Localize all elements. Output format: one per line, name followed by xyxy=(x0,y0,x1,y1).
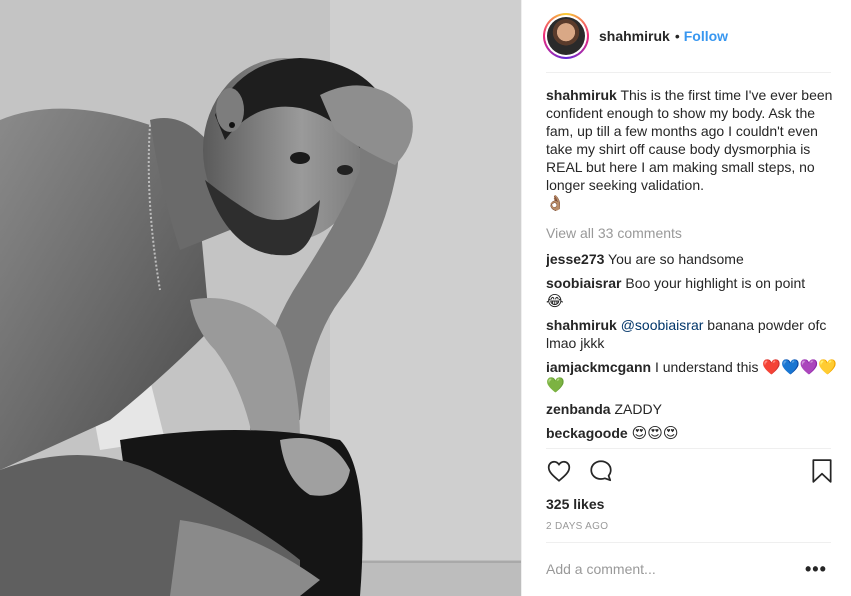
comment-username[interactable]: beckagoode xyxy=(546,425,628,441)
comment-username[interactable]: shahmiruk xyxy=(546,317,617,333)
likes-count[interactable]: 325 likes xyxy=(546,496,604,512)
comment-item: beckagoode 😍😍😍 xyxy=(546,424,838,442)
comment-text: Boo your highlight is on point xyxy=(625,275,806,291)
speech-bubble-icon[interactable] xyxy=(588,458,614,484)
follow-button[interactable]: Follow xyxy=(684,28,728,44)
comment-username[interactable]: soobiaisrar xyxy=(546,275,621,291)
post-details-panel: shahmiruk • Follow shahmiruk This is the… xyxy=(521,0,851,596)
comment-item: jesse273 You are so handsome xyxy=(546,250,838,268)
header-divider xyxy=(546,72,831,73)
comment-item: soobiaisrar Boo your highlight is on poi… xyxy=(546,274,838,310)
comment-item: zenbanda ZADDY xyxy=(546,400,838,418)
avatar[interactable] xyxy=(547,17,585,55)
story-ring[interactable] xyxy=(543,13,589,59)
header-separator-dot: • xyxy=(674,28,680,44)
bookmark-icon[interactable] xyxy=(810,458,834,484)
post-timestamp[interactable]: 2 DAYS AGO xyxy=(546,521,608,532)
heart-outline-icon[interactable] xyxy=(546,458,572,484)
comment-text: I understand this xyxy=(654,359,759,375)
comment-username[interactable]: iamjackmcgann xyxy=(546,359,651,375)
header-username[interactable]: shahmiruk xyxy=(599,28,670,44)
caption-emoji: 👌🏽 xyxy=(546,194,565,212)
more-options-icon[interactable]: ••• xyxy=(805,559,827,580)
add-comment-divider xyxy=(546,542,831,543)
caption-username[interactable]: shahmiruk xyxy=(546,87,617,103)
comment-emoji: 😂 xyxy=(546,292,564,310)
comments-list[interactable]: shahmiruk This is the first time I've ev… xyxy=(546,86,838,448)
comment-text: ZADDY xyxy=(614,401,662,417)
add-comment-input[interactable] xyxy=(546,559,796,579)
comment-item: shahmiruk @soobiaisrar banana powder ofc… xyxy=(546,316,838,352)
action-bar xyxy=(546,458,834,490)
post-photo[interactable] xyxy=(0,0,521,596)
post-caption: shahmiruk This is the first time I've ev… xyxy=(546,86,838,212)
comment-username[interactable]: jesse273 xyxy=(546,251,604,267)
comment-item: iamjackmcgann I understand this ❤️💙💜💛💚 xyxy=(546,358,838,394)
comment-text: You are so handsome xyxy=(608,251,744,267)
comment-mention-link[interactable]: @soobiaisrar xyxy=(621,317,704,333)
comment-emoji: 😍😍😍 xyxy=(631,424,679,442)
post-header: shahmiruk • Follow xyxy=(522,0,851,72)
comment-username[interactable]: zenbanda xyxy=(546,401,611,417)
view-all-comments-link[interactable]: View all 33 comments xyxy=(546,224,838,242)
actions-divider xyxy=(546,448,831,449)
photo-illustration xyxy=(0,0,521,596)
avatar-frame xyxy=(545,15,587,57)
